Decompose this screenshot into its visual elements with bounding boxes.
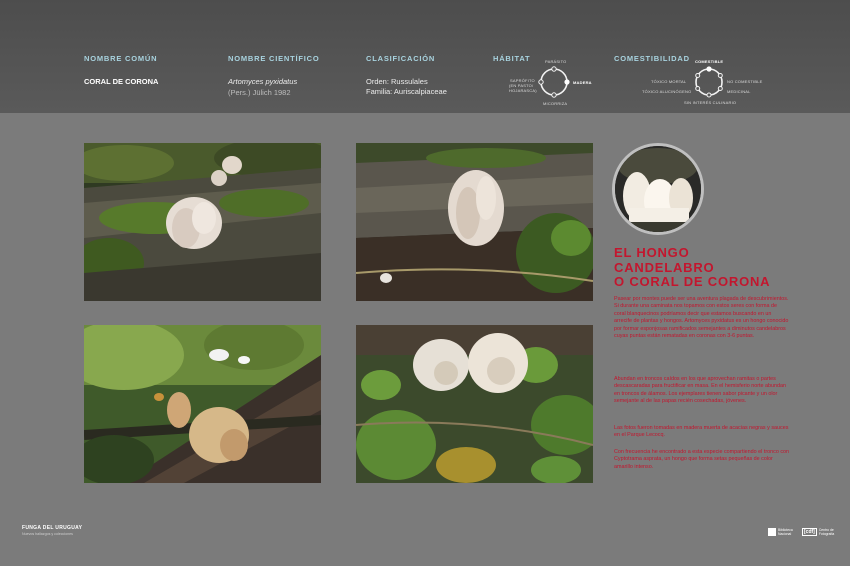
habitat-dial bbox=[538, 66, 570, 98]
closeup-photo bbox=[612, 143, 704, 235]
common-name-value: CORAL DE CORONA bbox=[84, 77, 159, 86]
edibility-dot-left-bottom bbox=[695, 86, 701, 91]
habitat-dot-left bbox=[538, 79, 544, 85]
common-name-block: NOMBRE COMÚN CORAL DE CORONA bbox=[84, 54, 158, 86]
habitat-bottom-label: MICORRIZA bbox=[543, 101, 568, 106]
classification-block: CLASIFICACIÓN Orden: Russulales Familia:… bbox=[366, 54, 447, 97]
article-paragraph-2: Abundan en troncos caídos en los que apr… bbox=[614, 376, 786, 405]
footer-brand-subtitle: Nuevos hallazgos y colecciones bbox=[22, 532, 73, 536]
common-name-label: NOMBRE COMÚN bbox=[84, 54, 158, 63]
library-logo: Biblioteca Nacional bbox=[768, 528, 802, 536]
photo-leaves-image bbox=[356, 325, 593, 483]
edibility-dot-right-top bbox=[717, 73, 723, 78]
habitat-right-label: MADERA bbox=[573, 80, 592, 85]
edibility-dot-bottom bbox=[706, 92, 712, 98]
cdf-logo-text: Centro de Fotografía bbox=[818, 528, 835, 536]
edibility-label: COMESTIBILIDAD bbox=[614, 54, 690, 63]
family-value: Familia: Auriscalpiaceae bbox=[366, 87, 447, 96]
scientific-name-block: NOMBRE CIENTÍFICO Artomyces pyxidatus (P… bbox=[228, 54, 320, 97]
footer-brand-title: FUNGA DEL URUGUAY bbox=[22, 525, 83, 531]
photo-log-dark bbox=[356, 143, 593, 301]
article-title-line-3: O CORAL DE CORONA bbox=[614, 274, 771, 289]
habitat-dot-top bbox=[551, 66, 557, 72]
habitat-label: HÁBITAT bbox=[493, 54, 531, 63]
edibility-left-bottom-label: TÓXICO ALUCINÓGENO bbox=[642, 89, 692, 94]
edibility-right-bottom-label: MEDICINAL bbox=[727, 89, 751, 94]
header-bar: NOMBRE COMÚN CORAL DE CORONA NOMBRE CIEN… bbox=[0, 0, 850, 113]
edibility-dial bbox=[695, 66, 723, 98]
habitat-top-label: PARÁSITO bbox=[545, 59, 567, 64]
edibility-dot-left-top bbox=[695, 73, 701, 78]
scientific-name-value: Artomyces pyxidatus bbox=[228, 77, 298, 86]
photo-log-moss-image bbox=[84, 143, 321, 301]
order-value: Orden: Russulales bbox=[366, 77, 428, 86]
habitat-dot-bottom bbox=[551, 92, 557, 98]
edibility-dial-ring bbox=[695, 68, 723, 96]
cdf-logo: [cdf] Centro de Fotografía bbox=[802, 528, 839, 536]
article-paragraph-1: Pasear por montes puede ser una aventura… bbox=[614, 296, 789, 340]
photo-log-forest-image bbox=[84, 325, 321, 483]
habitat-left-label-3: HOJARASCA) bbox=[509, 88, 537, 93]
edibility-block: COMESTIBILIDAD bbox=[614, 54, 690, 63]
scientific-author: (Pers.) Jülich 1982 bbox=[228, 88, 291, 97]
photo-leaves bbox=[356, 325, 593, 483]
photo-log-forest bbox=[84, 325, 321, 483]
edibility-right-top-label: NO COMESTIBLE bbox=[727, 79, 763, 84]
edibility-dot-selected bbox=[706, 66, 712, 72]
library-logo-icon bbox=[768, 528, 776, 536]
classification-label: CLASIFICACIÓN bbox=[366, 54, 436, 63]
article-title-line-2: CANDELABRO bbox=[614, 259, 715, 275]
habitat-dial-ring bbox=[540, 68, 568, 96]
cdf-logo-mark: [cdf] bbox=[802, 528, 817, 536]
article-title-line-1: EL HONGO bbox=[614, 245, 690, 260]
library-logo-text: Biblioteca Nacional bbox=[778, 528, 793, 536]
edibility-dot-right-bottom bbox=[717, 86, 723, 91]
footer-brand: FUNGA DEL URUGUAY Nuevos hallazgos y col… bbox=[22, 525, 82, 536]
habitat-block: HÁBITAT bbox=[493, 54, 530, 63]
article-paragraph-4: Con frecuencia he encontrado a esta espe… bbox=[614, 449, 790, 470]
habitat-dot-selected bbox=[564, 79, 570, 85]
article-paragraph-3: Las fotos fueron tomadas en madera muert… bbox=[614, 425, 789, 439]
photo-log-dark-image bbox=[356, 143, 593, 301]
article-title: EL HONGO CANDELABRO O CORAL DE CORONA bbox=[614, 245, 804, 290]
closeup-photo-image bbox=[615, 146, 701, 232]
edibility-left-top-label: TÓXICO MORTAL bbox=[651, 79, 687, 84]
photo-log-moss bbox=[84, 143, 321, 301]
edibility-top-label: COMESTIBLE bbox=[695, 59, 724, 64]
scientific-name-label: NOMBRE CIENTÍFICO bbox=[228, 54, 320, 63]
edibility-bottom-label: SIN INTERÉS CULINARIO bbox=[684, 100, 737, 105]
